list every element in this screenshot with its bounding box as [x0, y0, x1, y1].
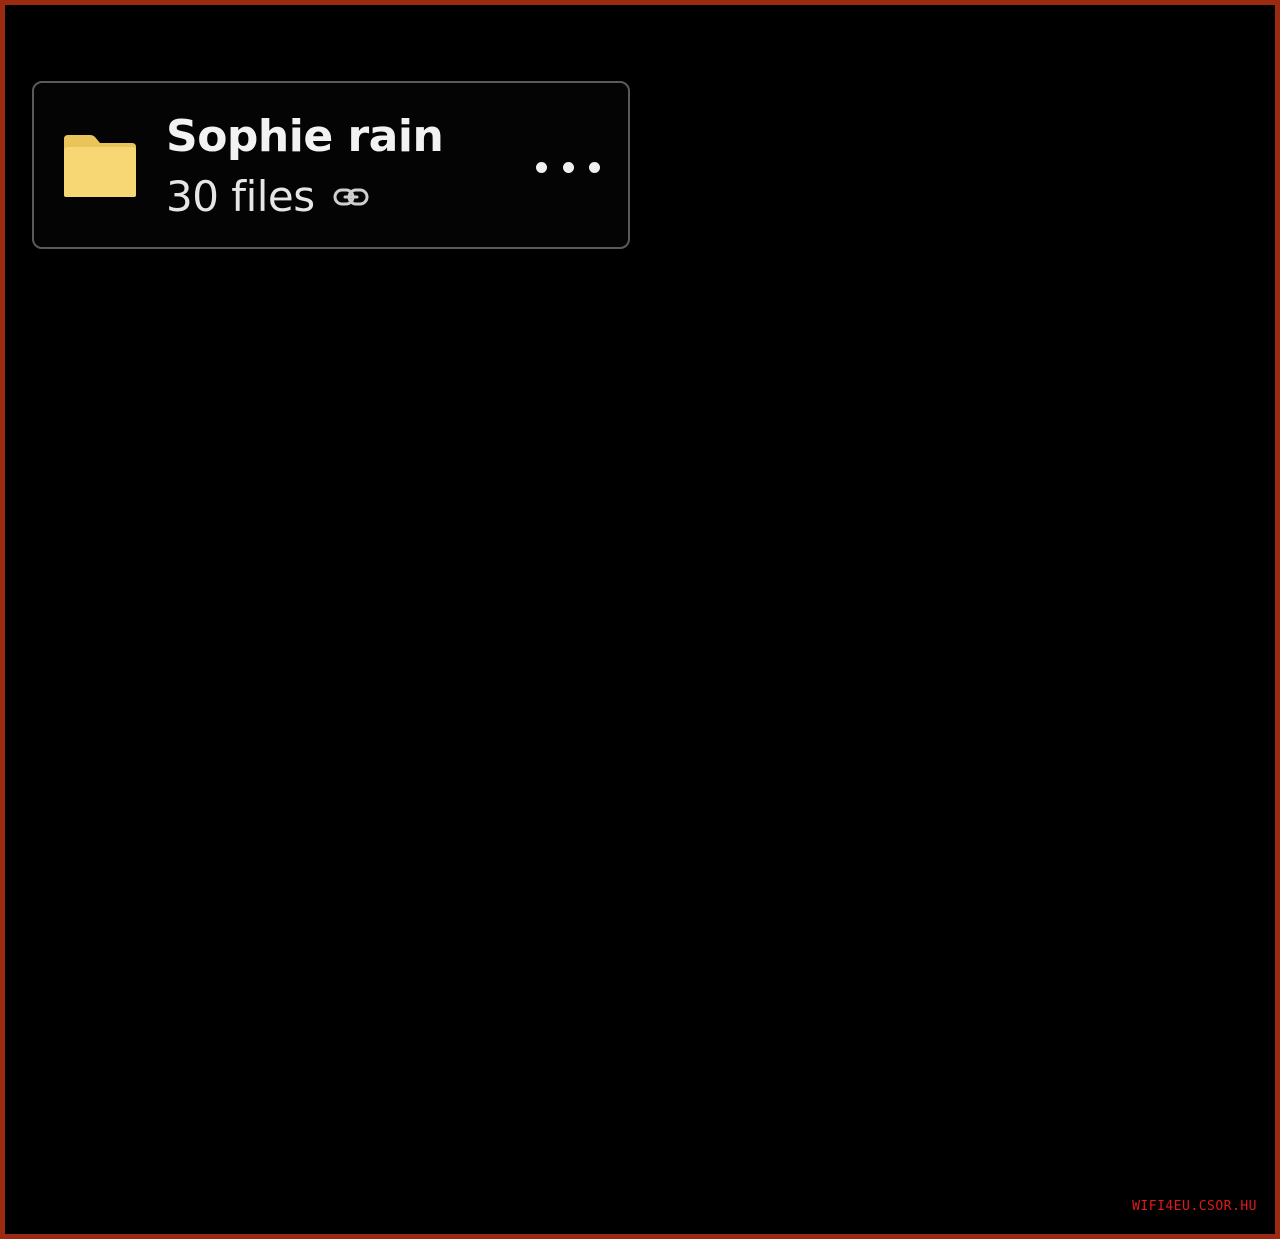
- link-icon: [333, 186, 369, 208]
- more-horizontal-icon: [562, 161, 574, 173]
- file-count: 30 files: [166, 172, 315, 221]
- watermark: WIFI4EU.CSOR.HU: [1132, 1199, 1257, 1214]
- folder-icon: [62, 133, 138, 199]
- screenshot-frame: Sophie rain 30 files WIFI4EU.CSOR.HU: [0, 0, 1280, 1239]
- folder-name: Sophie rain: [166, 111, 444, 162]
- more-horizontal-icon: [536, 161, 547, 173]
- folder-card[interactable]: Sophie rain 30 files: [32, 81, 630, 249]
- more-options-button[interactable]: [536, 151, 600, 183]
- folder-meta: 30 files: [166, 171, 369, 223]
- more-horizontal-icon: [589, 161, 600, 173]
